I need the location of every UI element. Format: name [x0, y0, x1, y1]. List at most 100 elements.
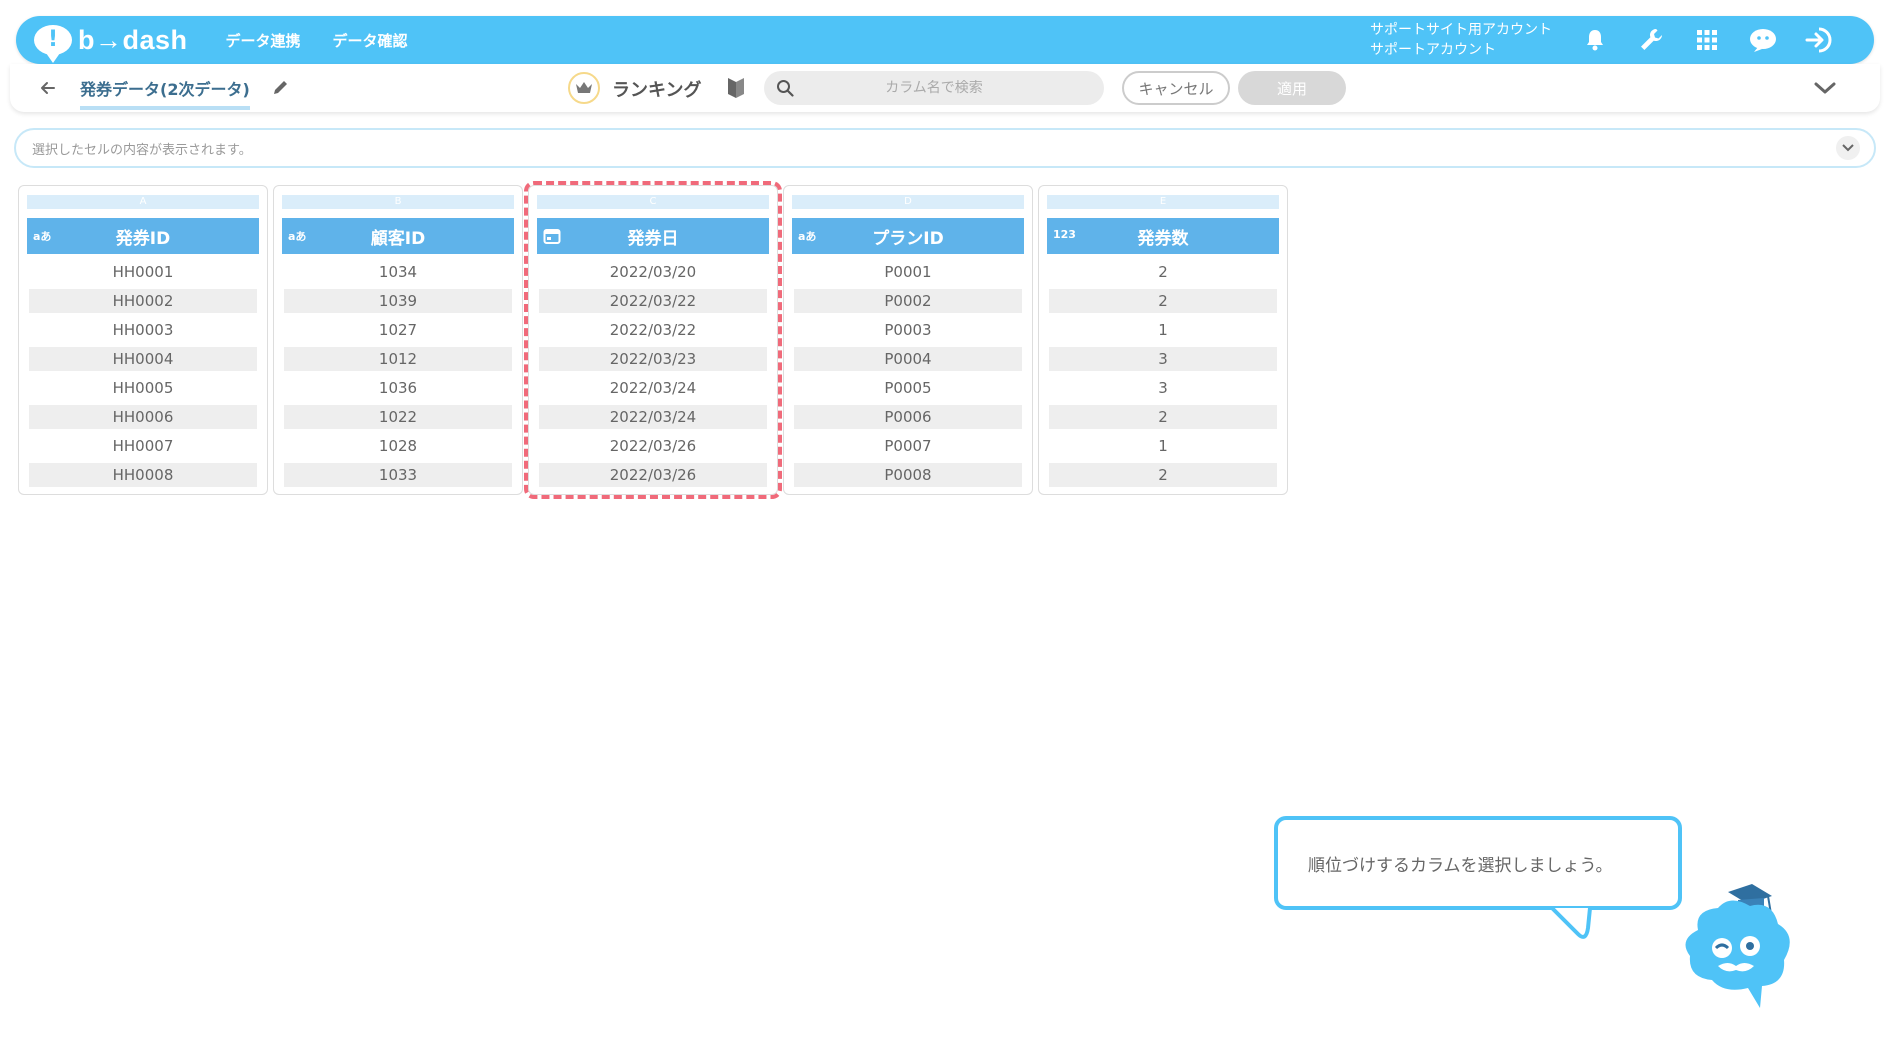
cell[interactable]: P0006	[794, 405, 1022, 429]
grid-icon[interactable]	[1692, 25, 1722, 55]
column-header[interactable]: aあ プランID	[792, 218, 1024, 254]
sub-toolbar: 発券データ(2次データ) ランキング キャンセル 適用	[10, 64, 1880, 112]
search-icon	[776, 79, 794, 97]
speech-tail	[1550, 906, 1592, 939]
back-arrow-icon[interactable]	[38, 78, 58, 98]
apply-button[interactable]: 適用	[1238, 71, 1346, 105]
column-name: プランID	[872, 228, 944, 249]
mode-label: ランキング	[612, 80, 702, 101]
cell[interactable]: 1039	[284, 289, 512, 313]
column-card-a: A aあ 発券ID HH0001 HH0002 HH0003 HH0004 HH…	[18, 185, 268, 495]
column-rows: 2022/03/20 2022/03/22 2022/03/22 2022/03…	[539, 260, 767, 492]
logo-mark: !	[47, 27, 59, 52]
cell[interactable]: 2022/03/26	[539, 434, 767, 458]
column-name: 顧客ID	[370, 228, 426, 249]
cell[interactable]: HH0008	[29, 463, 257, 487]
cell[interactable]: 1033	[284, 463, 512, 487]
cell[interactable]: P0005	[794, 376, 1022, 400]
column-card-c: C 発券日 2022/03/20 2022/03/22 2022/03/22 2…	[528, 185, 778, 495]
cell[interactable]: P0003	[794, 318, 1022, 342]
crown-icon	[568, 72, 600, 104]
cell[interactable]: HH0001	[29, 260, 257, 284]
column-letter: D	[792, 195, 1024, 209]
cell[interactable]: 2	[1049, 289, 1277, 313]
nav-data-check[interactable]: データ確認	[333, 30, 408, 51]
calendar-icon	[543, 227, 561, 250]
cell[interactable]: 1034	[284, 260, 512, 284]
cell[interactable]: 2022/03/26	[539, 463, 767, 487]
search-input[interactable]	[794, 80, 1074, 96]
cell[interactable]: 1	[1049, 318, 1277, 342]
chevron-down-icon[interactable]	[1813, 78, 1837, 98]
mascot-brain-icon	[1685, 884, 1790, 1008]
expand-chevron-icon[interactable]	[1836, 136, 1860, 160]
column-card-b: B aあ 顧客ID 1034 1039 1027 1012 1036 1022 …	[273, 185, 523, 495]
pencil-icon[interactable]	[272, 78, 290, 96]
cell[interactable]: 1027	[284, 318, 512, 342]
guide-message: 順位づけするカラムを選択しましょう。	[1308, 855, 1613, 876]
guide-speech-bubble: 順位づけするカラムを選択しましょう。	[1274, 816, 1682, 910]
wrench-icon[interactable]	[1636, 25, 1666, 55]
top-header: ! b→dash データ連携 データ確認 サポートサイト用アカウント サポートア…	[16, 16, 1874, 64]
column-search	[764, 71, 1104, 105]
column-name: 発券ID	[115, 228, 171, 249]
column-card-e: E 123 発券数 2 2 1 3 3 2 1 2	[1038, 185, 1288, 495]
cell[interactable]: P0004	[794, 347, 1022, 371]
account-line2: サポートアカウント	[1370, 42, 1496, 58]
column-letter: A	[27, 195, 259, 209]
cell[interactable]: HH0002	[29, 289, 257, 313]
cell[interactable]: HH0003	[29, 318, 257, 342]
nav-data-integration[interactable]: データ連携	[226, 30, 301, 51]
cell[interactable]: 1012	[284, 347, 512, 371]
top-nav: データ連携 データ確認	[226, 30, 408, 51]
dataset-tab-title[interactable]: 発券データ(2次データ)	[80, 76, 250, 110]
column-header[interactable]: aあ 発券ID	[27, 218, 259, 254]
column-header[interactable]: 発券日	[537, 218, 769, 254]
logo-bubble-icon: !	[34, 25, 72, 63]
column-header[interactable]: 123 発券数	[1047, 218, 1279, 254]
column-letter: E	[1047, 195, 1279, 209]
cell[interactable]: 2022/03/20	[539, 260, 767, 284]
cell[interactable]: HH0007	[29, 434, 257, 458]
cell[interactable]: HH0006	[29, 405, 257, 429]
cell[interactable]: 2022/03/24	[539, 376, 767, 400]
column-header[interactable]: aあ 顧客ID	[282, 218, 514, 254]
app-logo[interactable]: ! b→dash	[34, 24, 188, 63]
cell[interactable]: 2022/03/23	[539, 347, 767, 371]
logo-text: b→dash	[78, 24, 188, 55]
cell-content-placeholder: 選択したセルの内容が表示されます。	[32, 142, 252, 158]
column-rows: 2 2 1 3 3 2 1 2	[1049, 260, 1277, 492]
account-line1: サポートサイト用アカウント	[1370, 22, 1552, 38]
cell[interactable]: P0001	[794, 260, 1022, 284]
chat-icon[interactable]	[1748, 25, 1778, 55]
cell[interactable]: 2	[1049, 260, 1277, 284]
cell[interactable]: 1028	[284, 434, 512, 458]
column-card-d: D aあ プランID P0001 P0002 P0003 P0004 P0005…	[783, 185, 1033, 495]
cell[interactable]: 2	[1049, 463, 1277, 487]
cell[interactable]: P0008	[794, 463, 1022, 487]
cell[interactable]: P0002	[794, 289, 1022, 313]
number-type-icon: 123	[1053, 228, 1076, 241]
cell[interactable]: 3	[1049, 376, 1277, 400]
cancel-button[interactable]: キャンセル	[1122, 71, 1230, 105]
cell[interactable]: 2022/03/22	[539, 289, 767, 313]
cell[interactable]: HH0005	[29, 376, 257, 400]
cell[interactable]: HH0004	[29, 347, 257, 371]
cell[interactable]: 1036	[284, 376, 512, 400]
cell[interactable]: 2022/03/24	[539, 405, 767, 429]
logout-icon[interactable]	[1804, 25, 1834, 55]
column-rows: HH0001 HH0002 HH0003 HH0004 HH0005 HH000…	[29, 260, 257, 492]
cell[interactable]: 2022/03/22	[539, 318, 767, 342]
cell[interactable]: 1022	[284, 405, 512, 429]
account-info[interactable]: サポートサイト用アカウント サポートアカウント	[1370, 20, 1552, 60]
cell-content-bar[interactable]: 選択したセルの内容が表示されます。	[14, 128, 1876, 168]
cell[interactable]: 2	[1049, 405, 1277, 429]
bell-icon[interactable]	[1580, 25, 1610, 55]
top-icons	[1580, 25, 1834, 55]
cell[interactable]: 3	[1049, 347, 1277, 371]
cell[interactable]: P0007	[794, 434, 1022, 458]
cell[interactable]: 1	[1049, 434, 1277, 458]
beginner-mark-icon[interactable]	[726, 76, 746, 100]
column-rows: P0001 P0002 P0003 P0004 P0005 P0006 P000…	[794, 260, 1022, 492]
column-letter: B	[282, 195, 514, 209]
